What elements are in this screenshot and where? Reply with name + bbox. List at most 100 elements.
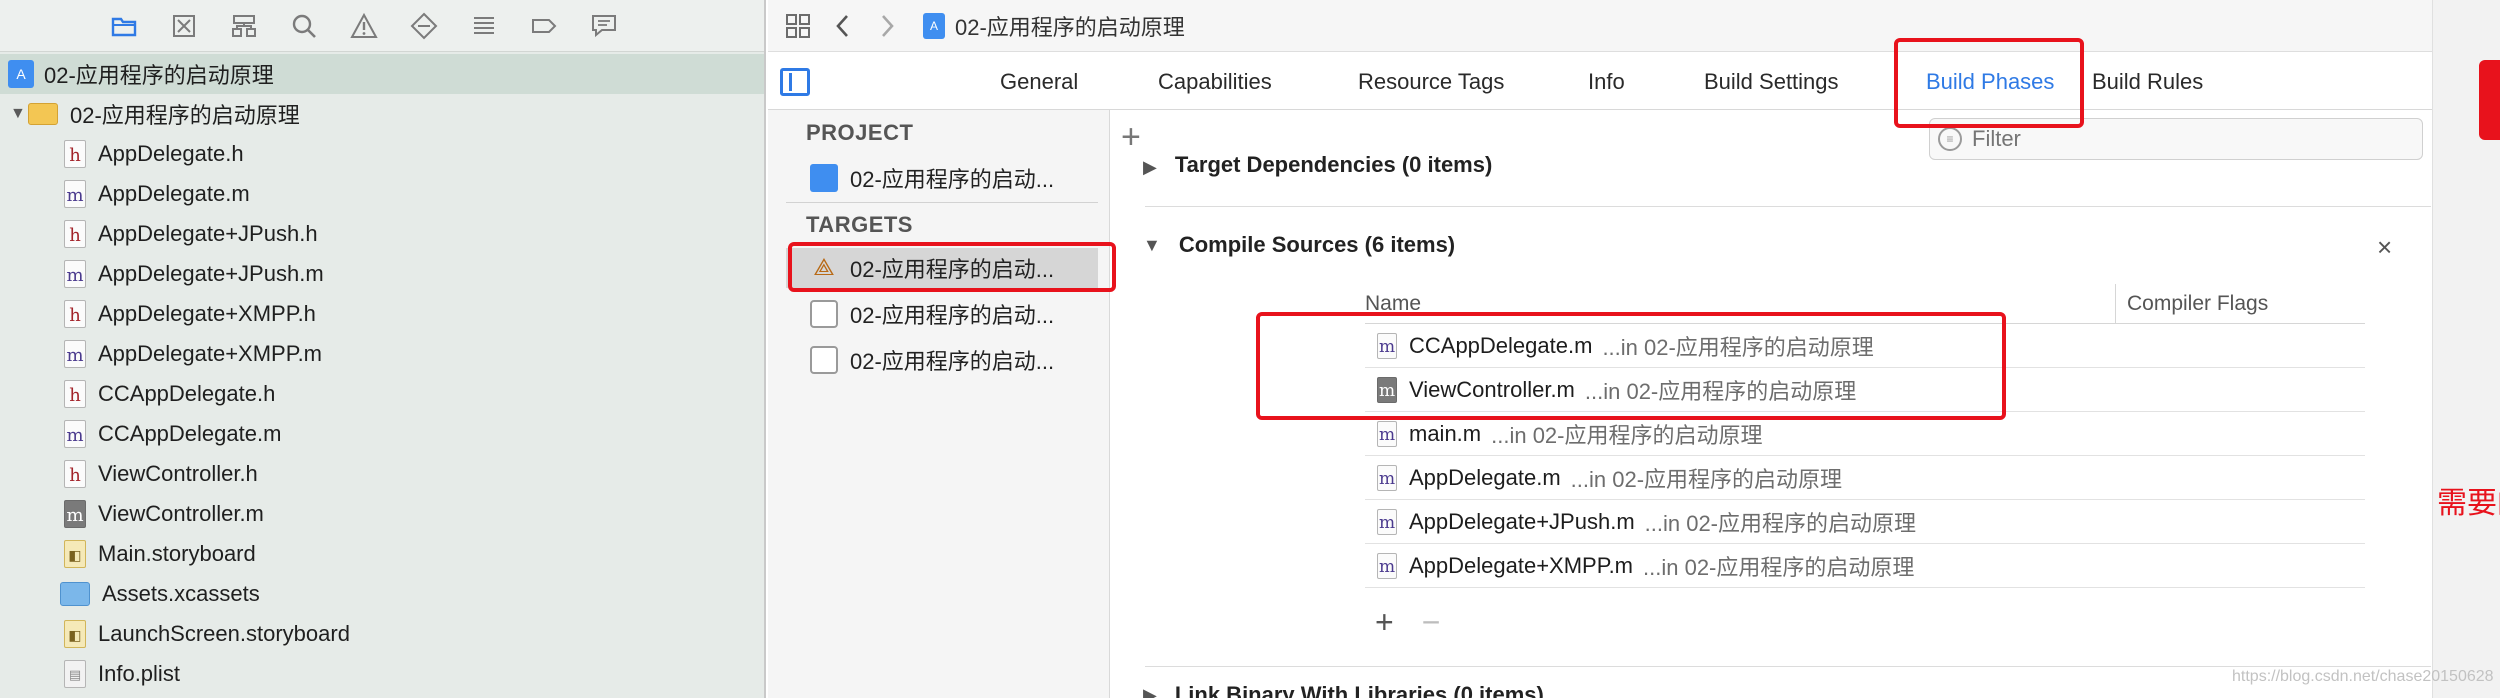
folder-group-icon xyxy=(28,103,58,125)
table-row[interactable]: m AppDelegate+JPush.m ...in 02-应用程序的启动原理 xyxy=(1365,500,2365,544)
related-items-grid-icon[interactable] xyxy=(780,8,816,44)
divider xyxy=(786,202,1098,203)
header-file-icon: h xyxy=(64,220,86,248)
close-icon[interactable]: × xyxy=(2377,232,2392,263)
watermark: https://blog.csdn.net/chase20150628 xyxy=(2232,668,2494,685)
list-icon[interactable] xyxy=(466,8,502,44)
search-icon[interactable] xyxy=(286,8,322,44)
file-row[interactable]: h AppDelegate.h xyxy=(0,134,764,174)
tab-capabilities[interactable]: Capabilities xyxy=(1158,66,1272,98)
phase-compile-sources[interactable]: ▼ Compile Sources (6 items) xyxy=(1143,232,1455,258)
target-item-tests[interactable]: 02-应用程序的启动... xyxy=(786,294,1098,334)
implementation-file-icon: m xyxy=(1377,552,1397,579)
implementation-file-icon: m xyxy=(1377,420,1397,447)
project-name: 02-应用程序的启动原理 xyxy=(44,63,274,88)
implementation-file-icon: m xyxy=(64,420,86,448)
file-row[interactable]: h AppDelegate+XMPP.h xyxy=(0,294,764,334)
table-row[interactable]: m main.m ...in 02-应用程序的启动原理 xyxy=(1365,412,2365,456)
tag-icon[interactable] xyxy=(526,8,562,44)
table-row[interactable]: m ViewController.m ...in 02-应用程序的启动原理 xyxy=(1365,368,2365,412)
file-row[interactable]: h AppDelegate+JPush.h xyxy=(0,214,764,254)
tab-resource-tags[interactable]: Resource Tags xyxy=(1358,66,1504,98)
close-box-icon[interactable] xyxy=(166,8,202,44)
file-row[interactable]: m AppDelegate+XMPP.m xyxy=(0,334,764,374)
targets-sidebar: PROJECT 02-应用程序的启动... TARGETS ⟁ 02-应用程序的… xyxy=(768,110,1110,698)
source-file-path: ...in 02-应用程序的启动原理 xyxy=(1570,466,1843,492)
remove-file-button[interactable]: − xyxy=(1422,604,1441,641)
file-row[interactable]: h ViewController.h xyxy=(0,454,764,494)
file-name: ViewController.h xyxy=(98,461,258,486)
phase-title: Link Binary With Libraries (0 items) xyxy=(1174,682,1544,698)
disclosure-triangle-icon[interactable]: ▼ xyxy=(1143,235,1161,256)
implementation-file-icon: m xyxy=(64,260,86,288)
file-row[interactable]: m ViewController.m xyxy=(0,494,764,534)
phase-target-dependencies[interactable]: ▶ Target Dependencies (0 items) xyxy=(1143,154,1492,178)
file-row[interactable]: m AppDelegate.m xyxy=(0,174,764,214)
tab-info[interactable]: Info xyxy=(1588,66,1625,98)
storyboard-file-icon: ◧ xyxy=(64,620,86,648)
table-row[interactable]: m AppDelegate+XMPP.m ...in 02-应用程序的启动原理 xyxy=(1365,544,2365,588)
file-name: CCAppDelegate.m xyxy=(98,421,282,446)
phase-title: Compile Sources (6 items) xyxy=(1178,232,1456,257)
tab-general[interactable]: General xyxy=(1000,66,1078,98)
targets-section-header: TARGETS xyxy=(806,212,913,237)
forward-arrow-icon[interactable] xyxy=(872,8,902,44)
file-row[interactable]: h CCAppDelegate.h xyxy=(0,374,764,414)
file-row[interactable]: ◧ Main.storyboard xyxy=(0,534,764,574)
filter-input[interactable] xyxy=(1972,126,2392,152)
disclosure-triangle-icon[interactable]: ▶ xyxy=(1143,157,1157,178)
group-row[interactable]: ▼ 02-应用程序的启动原理 xyxy=(0,94,764,134)
disclosure-triangle-icon[interactable]: ▶ xyxy=(1143,685,1157,698)
group-name: 02-应用程序的启动原理 xyxy=(70,103,300,128)
file-row[interactable]: ◧ LaunchScreen.storyboard xyxy=(0,614,764,654)
navigator-toolbar xyxy=(0,0,764,52)
ui-test-target-icon xyxy=(810,346,838,374)
source-file-path: ...in 02-应用程序的启动原理 xyxy=(1602,334,1874,360)
file-name: Assets.xcassets xyxy=(102,581,260,606)
file-row[interactable]: ▤ Info.plist xyxy=(0,654,764,694)
project-item-label: 02-应用程序的启动... xyxy=(850,167,1055,192)
column-header-compiler-flags[interactable]: Compiler Flags xyxy=(2127,292,2268,316)
hierarchy-icon[interactable] xyxy=(226,8,262,44)
source-file-path: ...in 02-应用程序的启动原理 xyxy=(1584,378,1857,404)
project-item[interactable]: 02-应用程序的启动... xyxy=(786,158,1098,198)
background-text: 需要的 xyxy=(2437,487,2500,520)
filter-field[interactable]: ≡ xyxy=(1929,118,2423,160)
file-row[interactable]: Assets.xcassets xyxy=(0,574,764,614)
file-name: LaunchScreen.storyboard xyxy=(98,621,350,646)
add-file-button[interactable]: + xyxy=(1375,604,1394,641)
compile-sources-table-header: Name Compiler Flags xyxy=(1365,284,2365,324)
file-name: Main.storyboard xyxy=(98,541,256,566)
column-header-name[interactable]: Name xyxy=(1365,292,1421,316)
target-item-uitests[interactable]: 02-应用程序的启动... xyxy=(786,340,1098,380)
file-row[interactable]: m AppDelegate+JPush.m xyxy=(0,254,764,294)
editor-jump-bar: A 02-应用程序的启动原理 xyxy=(768,0,2432,52)
implementation-file-icon: m xyxy=(64,340,86,368)
table-row[interactable]: m AppDelegate.m ...in 02-应用程序的启动原理 xyxy=(1365,456,2365,500)
header-file-icon: h xyxy=(64,300,86,328)
tab-build-settings[interactable]: Build Settings xyxy=(1704,66,1839,98)
tab-build-phases[interactable]: Build Phases xyxy=(1926,66,2054,98)
back-arrow-icon[interactable] xyxy=(828,8,858,44)
project-root-row[interactable]: A 02-应用程序的启动原理 xyxy=(0,54,764,94)
comment-icon[interactable] xyxy=(586,8,622,44)
add-build-phase-icon[interactable]: + xyxy=(1121,120,1141,154)
table-row[interactable]: m CCAppDelegate.m ...in 02-应用程序的启动原理 xyxy=(1365,324,2365,368)
file-name: AppDelegate+XMPP.h xyxy=(98,301,316,326)
add-remove-controls: + − xyxy=(1375,604,1440,641)
disclosure-triangle-icon[interactable]: ▼ xyxy=(10,105,28,123)
target-item-app[interactable]: ⟁ 02-应用程序的启动... xyxy=(786,248,1098,288)
source-file-path: ...in 02-应用程序的启动原理 xyxy=(1491,422,1763,448)
breadcrumb-project[interactable]: 02-应用程序的启动原理 xyxy=(955,10,1185,42)
sidebar-toggle-icon[interactable] xyxy=(780,68,810,96)
source-file-path: ...in 02-应用程序的启动原理 xyxy=(1644,510,1917,536)
file-name: CCAppDelegate.h xyxy=(98,381,276,406)
tab-build-rules[interactable]: Build Rules xyxy=(2092,66,2203,98)
warning-icon[interactable] xyxy=(346,8,382,44)
folder-icon[interactable] xyxy=(106,8,142,44)
phase-link-binary[interactable]: ▶ Link Binary With Libraries (0 items) xyxy=(1143,682,1544,698)
breadcrumb[interactable]: A 02-应用程序的启动原理 xyxy=(923,8,1185,44)
file-row[interactable]: m CCAppDelegate.m xyxy=(0,414,764,454)
diamond-icon[interactable] xyxy=(406,8,442,44)
header-file-icon: h xyxy=(64,380,86,408)
